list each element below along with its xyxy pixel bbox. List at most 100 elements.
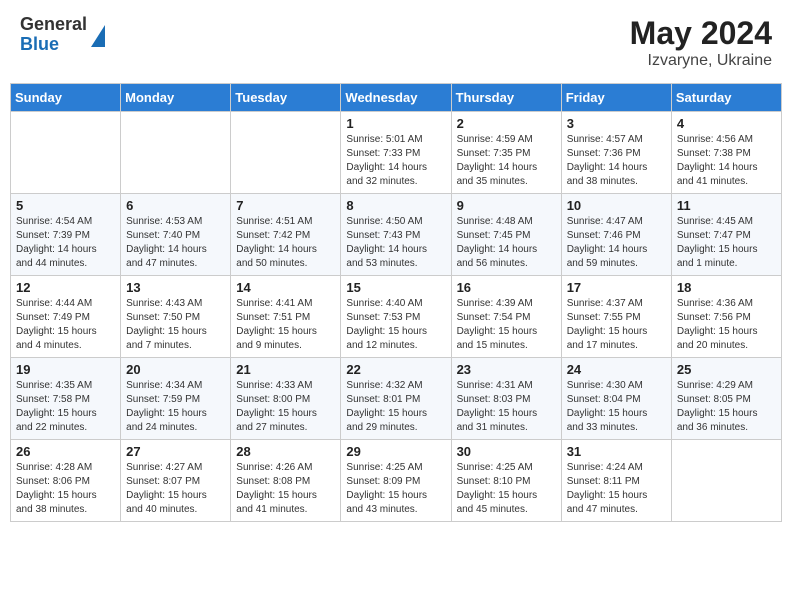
cell-detail: Sunrise: 4:24 AMSunset: 8:11 PMDaylight:… [567,461,666,517]
day-number: 21 [236,362,335,377]
calendar-table: SundayMondayTuesdayWednesdayThursdayFrid… [10,83,782,522]
calendar-cell: 1 Sunrise: 5:01 AMSunset: 7:33 PMDaylight… [341,112,451,194]
cell-detail: Sunrise: 4:26 AMSunset: 8:08 PMDaylight:… [236,461,335,517]
calendar-cell [11,112,121,194]
cell-detail: Sunrise: 4:39 AMSunset: 7:54 PMDaylight:… [457,297,556,353]
col-header-saturday: Saturday [671,84,781,112]
day-number: 29 [346,444,445,459]
calendar-cell: 28 Sunrise: 4:26 AMSunset: 8:08 PMDayligh… [231,440,341,522]
cell-detail: Sunrise: 4:41 AMSunset: 7:51 PMDaylight:… [236,297,335,353]
calendar-cell: 2Sunrise: 4:59 AMSunset: 7:35 PMDaylight… [451,112,561,194]
col-header-friday: Friday [561,84,671,112]
calendar-cell: 15 Sunrise: 4:40 AMSunset: 7:53 PMDayligh… [341,276,451,358]
logo: General Blue [20,15,105,55]
day-number: 22 [346,362,445,377]
cell-detail: Sunrise: 4:31 AMSunset: 8:03 PMDaylight:… [457,379,556,435]
col-header-thursday: Thursday [451,84,561,112]
day-number: 3 [567,116,666,131]
day-number: 25 [677,362,776,377]
calendar-cell: 24Sunrise: 4:30 AMSunset: 8:04 PMDayligh… [561,358,671,440]
calendar-cell: 23 Sunrise: 4:31 AMSunset: 8:03 PMDayligh… [451,358,561,440]
day-number: 4 [677,116,776,131]
calendar-cell [671,440,781,522]
logo-blue: Blue [20,35,87,55]
week-row-4: 19Sunrise: 4:35 AMSunset: 7:58 PMDayligh… [11,358,782,440]
cell-detail: Sunrise: 4:44 AMSunset: 7:49 PMDaylight:… [16,297,115,353]
calendar-cell: 27 Sunrise: 4:27 AMSunset: 8:07 PMDayligh… [121,440,231,522]
header: General Blue May 2024 Izvaryne, Ukraine [10,10,782,75]
cell-detail: Sunrise: 4:45 AMSunset: 7:47 PMDaylight:… [677,215,776,271]
cell-detail: Sunrise: 4:51 AMSunset: 7:42 PMDaylight:… [236,215,335,271]
cell-detail: Sunrise: 4:47 AMSunset: 7:46 PMDaylight:… [567,215,666,271]
calendar-cell: 5Sunrise: 4:54 AMSunset: 7:39 PMDaylight… [11,194,121,276]
cell-detail: Sunrise: 4:40 AMSunset: 7:53 PMDaylight:… [346,297,445,353]
calendar-cell: 6 Sunrise: 4:53 AMSunset: 7:40 PMDaylight… [121,194,231,276]
day-number: 13 [126,280,225,295]
day-number: 27 [126,444,225,459]
week-row-5: 26 Sunrise: 4:28 AMSunset: 8:06 PMDayligh… [11,440,782,522]
day-number: 17 [567,280,666,295]
calendar-cell [231,112,341,194]
col-header-monday: Monday [121,84,231,112]
col-header-sunday: Sunday [11,84,121,112]
cell-detail: Sunrise: 4:59 AMSunset: 7:35 PMDaylight:… [457,133,556,189]
calendar-cell: 17 Sunrise: 4:37 AMSunset: 7:55 PMDayligh… [561,276,671,358]
calendar-cell: 14 Sunrise: 4:41 AMSunset: 7:51 PMDayligh… [231,276,341,358]
calendar-cell: 31 Sunrise: 4:24 AMSunset: 8:11 PMDayligh… [561,440,671,522]
day-number: 8 [346,198,445,213]
cell-detail: Sunrise: 4:53 AMSunset: 7:40 PMDaylight:… [126,215,225,271]
title-block: May 2024 Izvaryne, Ukraine [630,15,772,70]
calendar-cell: 29Sunrise: 4:25 AMSunset: 8:09 PMDayligh… [341,440,451,522]
week-row-3: 12Sunrise: 4:44 AMSunset: 7:49 PMDayligh… [11,276,782,358]
calendar-cell [121,112,231,194]
cell-detail: Sunrise: 4:43 AMSunset: 7:50 PMDaylight:… [126,297,225,353]
calendar-cell: 4Sunrise: 4:56 AMSunset: 7:38 PMDaylight… [671,112,781,194]
day-number: 10 [567,198,666,213]
calendar-cell: 16Sunrise: 4:39 AMSunset: 7:54 PMDayligh… [451,276,561,358]
location: Izvaryne, Ukraine [630,52,772,70]
calendar-cell: 20Sunrise: 4:34 AMSunset: 7:59 PMDayligh… [121,358,231,440]
cell-detail: Sunrise: 4:36 AMSunset: 7:56 PMDaylight:… [677,297,776,353]
cell-detail: Sunrise: 4:37 AMSunset: 7:55 PMDaylight:… [567,297,666,353]
day-number: 24 [567,362,666,377]
calendar-cell: 12Sunrise: 4:44 AMSunset: 7:49 PMDayligh… [11,276,121,358]
day-number: 26 [16,444,115,459]
day-number: 30 [457,444,556,459]
cell-detail: Sunrise: 4:29 AMSunset: 8:05 PMDaylight:… [677,379,776,435]
week-row-2: 5Sunrise: 4:54 AMSunset: 7:39 PMDaylight… [11,194,782,276]
day-number: 9 [457,198,556,213]
header-row: SundayMondayTuesdayWednesdayThursdayFrid… [11,84,782,112]
calendar-cell: 7 Sunrise: 4:51 AMSunset: 7:42 PMDaylight… [231,194,341,276]
cell-detail: Sunrise: 4:48 AMSunset: 7:45 PMDaylight:… [457,215,556,271]
day-number: 20 [126,362,225,377]
day-number: 14 [236,280,335,295]
logo-icon [91,25,105,47]
cell-detail: Sunrise: 4:57 AMSunset: 7:36 PMDaylight:… [567,133,666,189]
day-number: 28 [236,444,335,459]
cell-detail: Sunrise: 4:32 AMSunset: 8:01 PMDaylight:… [346,379,445,435]
calendar-cell: 25 Sunrise: 4:29 AMSunset: 8:05 PMDayligh… [671,358,781,440]
calendar-cell: 3 Sunrise: 4:57 AMSunset: 7:36 PMDaylight… [561,112,671,194]
col-header-tuesday: Tuesday [231,84,341,112]
day-number: 1 [346,116,445,131]
cell-detail: Sunrise: 4:28 AMSunset: 8:06 PMDaylight:… [16,461,115,517]
day-number: 7 [236,198,335,213]
cell-detail: Sunrise: 4:33 AMSunset: 8:00 PMDaylight:… [236,379,335,435]
day-number: 6 [126,198,225,213]
cell-detail: Sunrise: 5:01 AMSunset: 7:33 PMDaylight:… [346,133,445,189]
calendar-cell: 9 Sunrise: 4:48 AMSunset: 7:45 PMDaylight… [451,194,561,276]
day-number: 15 [346,280,445,295]
calendar-cell: 13 Sunrise: 4:43 AMSunset: 7:50 PMDayligh… [121,276,231,358]
calendar-cell: 30Sunrise: 4:25 AMSunset: 8:10 PMDayligh… [451,440,561,522]
cell-detail: Sunrise: 4:27 AMSunset: 8:07 PMDaylight:… [126,461,225,517]
day-number: 31 [567,444,666,459]
cell-detail: Sunrise: 4:35 AMSunset: 7:58 PMDaylight:… [16,379,115,435]
day-number: 23 [457,362,556,377]
day-number: 11 [677,198,776,213]
calendar-cell: 21 Sunrise: 4:33 AMSunset: 8:00 PMDayligh… [231,358,341,440]
calendar-cell: 10 Sunrise: 4:47 AMSunset: 7:46 PMDayligh… [561,194,671,276]
month-title: May 2024 [630,15,772,52]
week-row-1: 1 Sunrise: 5:01 AMSunset: 7:33 PMDaylight… [11,112,782,194]
col-header-wednesday: Wednesday [341,84,451,112]
calendar-cell: 26 Sunrise: 4:28 AMSunset: 8:06 PMDayligh… [11,440,121,522]
